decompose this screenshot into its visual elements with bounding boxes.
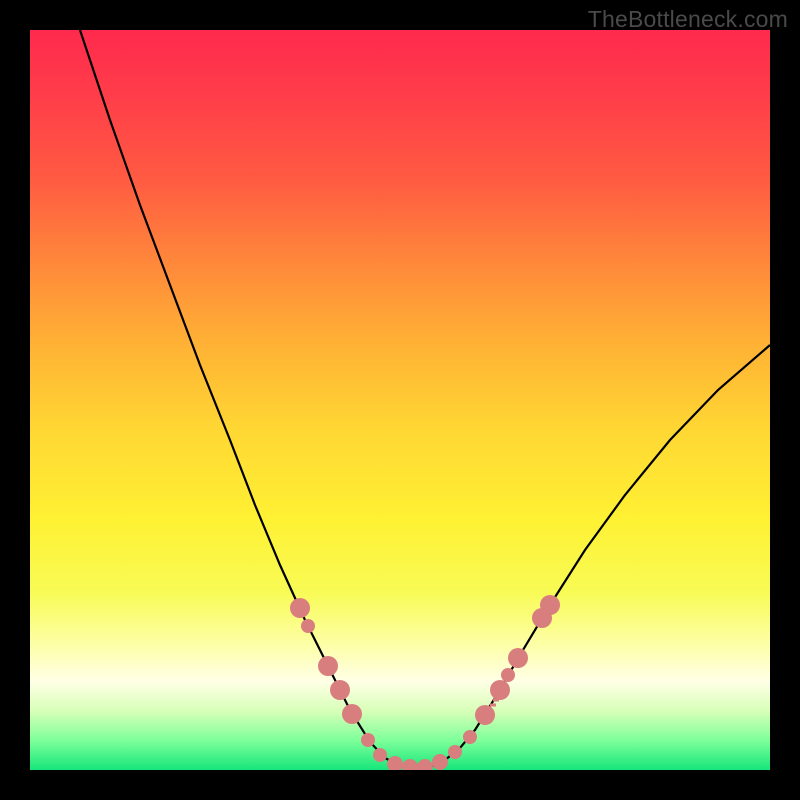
watermark-text: TheBottleneck.com [588,6,788,33]
chart-svg [30,30,770,770]
marker-dot [342,704,362,724]
marker-dot [417,759,433,770]
marker-dot [432,754,448,770]
marker-dot [318,656,338,676]
marker-dot [387,756,403,770]
chart-frame: TheBottleneck.com [0,0,800,800]
marker-dot [540,595,560,615]
marker-dot [290,598,310,618]
marker-dot [373,748,387,762]
marker-dot [301,619,315,633]
bottleneck-curve [80,30,770,768]
marker-group [290,595,560,770]
marker-dot [402,759,418,770]
marker-dot [361,733,375,747]
marker-dot [475,705,495,725]
marker-dot [330,680,350,700]
marker-dot [448,745,462,759]
plot-area [30,30,770,770]
marker-dot [463,730,477,744]
marker-dot [508,648,528,668]
marker-dot [501,668,515,682]
